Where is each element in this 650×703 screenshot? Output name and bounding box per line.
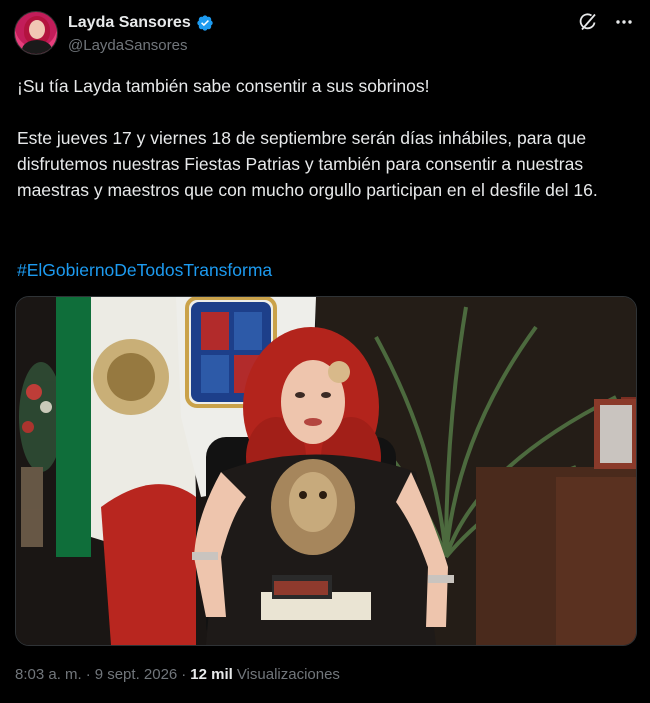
top-actions xyxy=(578,12,634,32)
tweet-time[interactable]: 8:03 a. m. xyxy=(15,666,82,683)
video-frame-illustration xyxy=(16,297,636,645)
tweet-card: Layda Sansores @LaydaSansores ¡Su tía La… xyxy=(0,0,650,703)
more-icon[interactable] xyxy=(614,12,634,32)
grok-icon[interactable] xyxy=(578,12,598,32)
views-count[interactable]: 12 mil xyxy=(190,666,233,683)
tweet-paragraph-2: Este jueves 17 y viernes 18 de septiembr… xyxy=(17,128,598,200)
avatar-body xyxy=(22,40,52,54)
tweet-meta: 8:03 a. m. · 9 sept. 2026 · 12 mil Visua… xyxy=(15,666,340,683)
hashtag-link[interactable]: #ElGobiernoDeTodosTransforma xyxy=(17,257,272,283)
tweet-date[interactable]: 9 sept. 2026 xyxy=(95,666,178,683)
author-handle[interactable]: @LaydaSansores xyxy=(68,37,187,54)
verified-badge-icon[interactable] xyxy=(196,14,214,32)
author-display-name[interactable]: Layda Sansores xyxy=(68,14,191,32)
tweet-paragraph-1: ¡Su tía Layda también sabe consentir a s… xyxy=(17,76,430,96)
author-name-row: Layda Sansores xyxy=(68,14,214,32)
tweet-media-video[interactable] xyxy=(15,296,637,646)
meta-separator: · xyxy=(181,666,187,683)
meta-separator: · xyxy=(85,666,91,683)
views-label: Visualizaciones xyxy=(236,666,340,683)
author-avatar[interactable] xyxy=(14,11,58,55)
avatar-face xyxy=(29,20,45,39)
